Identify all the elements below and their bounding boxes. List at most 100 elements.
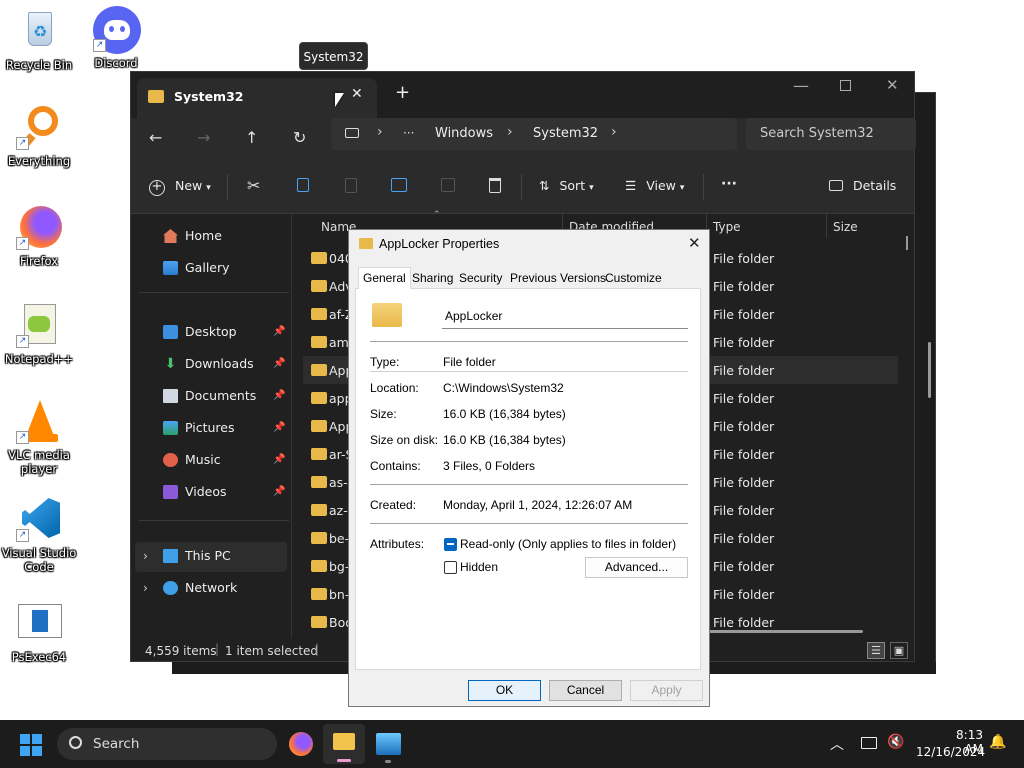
clock-date[interactable]: 12/16/2024	[916, 745, 985, 759]
column-header-size[interactable]: Size	[833, 220, 858, 234]
search-icon	[69, 736, 82, 749]
sidebar-item-home[interactable]: Home	[131, 222, 291, 250]
desktop-icon-notepadpp[interactable]: ↗ Notepad++	[1, 302, 77, 366]
desktop-icon-firefox[interactable]: ↗ Firefox	[1, 204, 77, 268]
tiles-view-icon[interactable]: ▣	[890, 642, 908, 659]
desktop-icon-vscode[interactable]: ↗ Visual Studio Code	[1, 496, 77, 574]
rename-icon[interactable]	[391, 178, 407, 192]
cut-icon[interactable]: ✂	[247, 176, 260, 195]
sidebar-item-pictures[interactable]: Pictures 📌	[131, 414, 291, 442]
details-button[interactable]: Details	[829, 178, 896, 193]
folder-icon	[311, 448, 327, 460]
apply-button[interactable]: Apply	[630, 680, 703, 701]
tab-previous-versions[interactable]: Previous Versions	[506, 270, 610, 289]
back-arrow-icon[interactable]: ←	[149, 128, 162, 147]
title-bar: System32 ✕ + — ✕	[131, 72, 914, 118]
sidebar-item-network[interactable]: › Network	[131, 574, 291, 602]
new-button[interactable]: + New ▾	[149, 178, 211, 196]
forward-arrow-icon[interactable]: →	[197, 128, 210, 147]
tab-general[interactable]: General	[358, 267, 411, 289]
tab-security[interactable]: Security	[455, 270, 506, 289]
advanced-button[interactable]: Advanced...	[585, 557, 688, 578]
paste-icon[interactable]	[345, 178, 357, 193]
psexec-icon	[16, 600, 62, 646]
folder-icon	[311, 532, 327, 544]
delete-icon[interactable]	[489, 178, 501, 193]
ok-button[interactable]: OK	[468, 680, 541, 701]
copy-icon[interactable]	[297, 178, 309, 192]
sidebar-item-videos[interactable]: Videos 📌	[131, 478, 291, 506]
dialog-close-button[interactable]: ✕	[688, 234, 701, 252]
details-label: Details	[852, 178, 897, 193]
file-type: File folder	[713, 419, 775, 434]
general-tab-panel: AppLocker Type: File folder Location: C:…	[355, 288, 701, 670]
taskbar-search-box[interactable]: Search	[57, 728, 277, 760]
column-header-type[interactable]: Type	[713, 220, 741, 234]
minimize-button[interactable]: —	[793, 76, 809, 95]
folder-icon	[311, 504, 327, 516]
sidebar-label: Pictures	[185, 420, 235, 435]
desktop-icon-discord[interactable]: ↗ Discord	[78, 6, 154, 70]
up-arrow-icon[interactable]: ↑	[245, 128, 258, 147]
sidebar-item-documents[interactable]: Documents 📌	[131, 382, 291, 410]
share-icon[interactable]	[441, 178, 455, 192]
vscode-icon: ↗	[16, 496, 62, 542]
sidebar-item-desktop[interactable]: Desktop 📌	[131, 318, 291, 346]
taskbar-firefox-icon[interactable]	[289, 732, 313, 756]
discord-icon: ↗	[93, 6, 141, 54]
sort-button[interactable]: ⇅ Sort ▾	[539, 178, 594, 193]
pin-icon[interactable]: 📌	[273, 446, 285, 474]
chevron-right-icon[interactable]: ›	[143, 542, 148, 570]
maximize-button[interactable]	[840, 80, 851, 91]
refresh-icon[interactable]: ↻	[293, 128, 306, 147]
sidebar-item-gallery[interactable]: Gallery	[131, 254, 291, 282]
pin-icon[interactable]: 📌	[273, 414, 285, 442]
breadcrumb-system32[interactable]: System32	[533, 126, 598, 141]
address-bar[interactable]: › ··· Windows › System32 ›	[331, 118, 737, 150]
vertical-scrollbar[interactable]	[928, 342, 931, 398]
network-status-icon[interactable]	[861, 737, 877, 749]
desktop-icon-recycle-bin[interactable]: ♻ Recycle Bin	[1, 8, 77, 72]
taskbar-explorer-button[interactable]	[323, 724, 365, 764]
properties-dialog: AppLocker Properties ✕ General Sharing S…	[348, 229, 710, 707]
start-button[interactable]	[20, 734, 42, 756]
chevron-right-icon[interactable]: ›	[143, 574, 148, 602]
chevron-up-icon[interactable]: ︿	[830, 734, 844, 754]
sort-arrows-icon: ⇅	[539, 178, 550, 193]
sidebar-label: This PC	[185, 548, 231, 563]
close-window-button[interactable]: ✕	[886, 76, 899, 94]
sidebar-label: Network	[185, 580, 238, 595]
desktop-icon-psexec[interactable]: PsExec64	[1, 600, 77, 664]
search-box[interactable]: Search System32	[746, 118, 916, 150]
horizontal-scrollbar[interactable]	[691, 630, 863, 633]
pin-icon[interactable]: 📌	[273, 478, 285, 506]
pin-icon[interactable]: 📌	[273, 318, 285, 346]
breadcrumb-more[interactable]: ···	[403, 126, 414, 140]
volume-muted-icon[interactable]: 🔇	[887, 734, 904, 750]
hidden-checkbox[interactable]	[444, 561, 457, 574]
tab-sharing[interactable]: Sharing	[408, 270, 457, 289]
folder-name-input[interactable]: AppLocker	[442, 305, 688, 329]
notification-bell-icon[interactable]: 🔔	[989, 734, 1006, 750]
details-view-icon[interactable]: ☰	[867, 642, 885, 659]
close-tab-icon[interactable]: ✕	[351, 86, 363, 102]
pin-icon[interactable]: 📌	[273, 382, 285, 410]
sidebar-item-music[interactable]: Music 📌	[131, 446, 291, 474]
new-tab-button[interactable]: +	[395, 82, 410, 103]
cancel-button[interactable]: Cancel	[549, 680, 622, 701]
readonly-checkbox[interactable]	[444, 538, 457, 551]
breadcrumb-windows[interactable]: Windows	[435, 126, 493, 141]
tab-customize[interactable]: Customize	[601, 270, 666, 289]
sidebar-item-downloads[interactable]: ⬇ Downloads 📌	[131, 350, 291, 378]
view-button[interactable]: ☰ View ▾	[625, 178, 684, 193]
pin-icon[interactable]: 📌	[273, 350, 285, 378]
location-label: Location:	[370, 381, 419, 395]
desktop-icon-label: Visual Studio Code	[1, 546, 77, 574]
desktop-icon-vlc[interactable]: ↗ VLC media player	[1, 398, 77, 476]
taskbar-app-icon[interactable]	[376, 733, 401, 755]
sidebar-item-this-pc[interactable]: › This PC	[135, 542, 287, 572]
view-list-icon: ☰	[625, 178, 637, 193]
more-options-button[interactable]: ···	[721, 176, 737, 192]
desktop-icon-everything[interactable]: ↗ Everything	[1, 104, 77, 168]
sidebar-label: Music	[185, 452, 221, 467]
